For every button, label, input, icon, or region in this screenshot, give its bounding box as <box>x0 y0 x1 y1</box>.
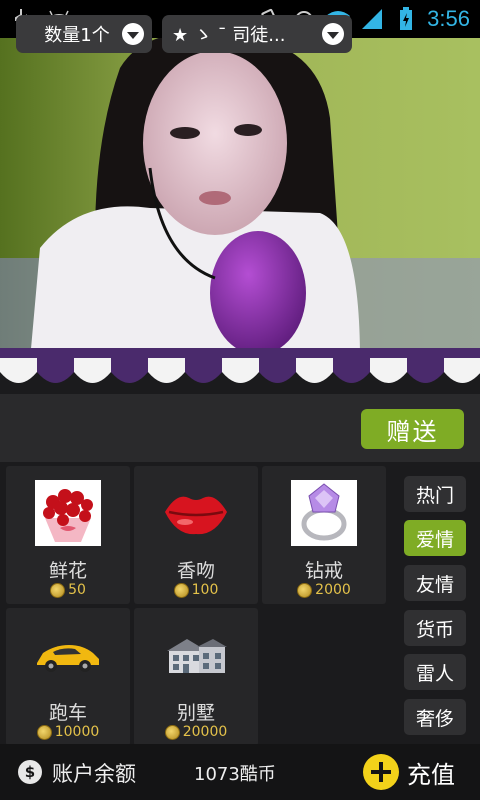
gift-price-value: 2000 <box>315 582 351 598</box>
awning-stripe <box>370 358 407 383</box>
plus-icon[interactable] <box>363 754 399 790</box>
gift-item-villa[interactable]: 别墅 20000 <box>134 608 258 746</box>
gift-price-value: 10000 <box>54 724 100 740</box>
awning-stripe <box>333 358 370 383</box>
quantity-label: 数量1个 <box>44 25 110 46</box>
balance-value: 1073酷币 <box>194 764 276 785</box>
status-time: 3:56 <box>427 6 470 31</box>
category-love[interactable]: 爱情 <box>404 520 466 556</box>
video-frame-illustration <box>0 38 480 360</box>
gift-name: 钻戒 <box>304 560 343 582</box>
awning-stripe <box>0 358 37 383</box>
awning-stripe <box>444 358 480 383</box>
gift-price: 2000 <box>262 582 386 598</box>
coin-icon <box>36 724 52 740</box>
battery-charging-icon <box>393 7 419 30</box>
gift-price-value: 100 <box>191 582 219 598</box>
gift-category-list: 热门 爱情 友情 货币 雷人 奢侈 <box>392 462 480 744</box>
awning-stripe <box>111 358 148 383</box>
awning-stripe <box>74 358 111 383</box>
gift-price: 20000 <box>134 724 258 740</box>
diamond-ring-icon <box>289 480 359 546</box>
gift-item-kiss[interactable]: 香吻 100 <box>134 466 258 604</box>
chevron-down-icon <box>322 23 344 45</box>
signal-icon <box>359 8 385 30</box>
balance-label: 账户余额 <box>52 762 136 786</box>
awning-decoration <box>0 348 480 383</box>
awning-stripe <box>185 358 222 383</box>
recipient-label: ★ ゝ ¯ 司徒... <box>172 25 286 46</box>
sports-car-icon <box>33 622 103 688</box>
gift-item-ring[interactable]: 钻戒 2000 <box>262 466 386 604</box>
awning-stripe <box>407 358 444 383</box>
recharge-button[interactable]: 充值 <box>407 755 455 790</box>
lips-icon <box>161 480 231 546</box>
flower-bouquet-icon <box>33 480 103 546</box>
gift-item-flower[interactable]: 鲜花 50 <box>6 466 130 604</box>
awning-stripe <box>259 358 296 383</box>
gift-name: 鲜花 <box>48 560 87 582</box>
category-funny[interactable]: 雷人 <box>404 654 466 690</box>
send-button[interactable]: 赠送 <box>361 409 464 449</box>
live-video-stream[interactable] <box>0 38 480 360</box>
coin-icon <box>164 724 180 740</box>
gift-name: 别墅 <box>176 702 215 724</box>
dollar-icon: $ <box>18 760 42 784</box>
gift-name: 香吻 <box>176 560 215 582</box>
gift-price-value: 20000 <box>182 724 228 740</box>
gift-name: 跑车 <box>48 702 87 724</box>
gift-price: 10000 <box>6 724 130 740</box>
chevron-down-icon <box>122 23 144 45</box>
coin-icon <box>173 582 189 598</box>
gift-item-car[interactable]: 跑车 10000 <box>6 608 130 746</box>
awning-stripe <box>222 358 259 383</box>
category-hot[interactable]: 热门 <box>404 476 466 512</box>
awning-stripe <box>296 358 333 383</box>
gift-price: 50 <box>6 582 130 598</box>
category-luxury[interactable]: 奢侈 <box>404 699 466 735</box>
villa-icon <box>161 622 231 688</box>
recipient-dropdown[interactable]: ★ ゝ ¯ 司徒... <box>162 15 352 53</box>
category-friendship[interactable]: 友情 <box>404 565 466 601</box>
coin-icon <box>50 582 66 598</box>
quantity-dropdown[interactable]: 数量1个 <box>16 15 152 53</box>
gift-price-value: 50 <box>68 582 86 598</box>
coin-icon <box>297 582 313 598</box>
awning-stripe <box>37 358 74 383</box>
awning-stripe <box>148 358 185 383</box>
gift-price: 100 <box>134 582 258 598</box>
category-currency[interactable]: 货币 <box>404 610 466 646</box>
gift-grid: 鲜花 50 香吻 100 钻戒 2000 跑车 10000 别墅 20000 <box>0 462 392 746</box>
